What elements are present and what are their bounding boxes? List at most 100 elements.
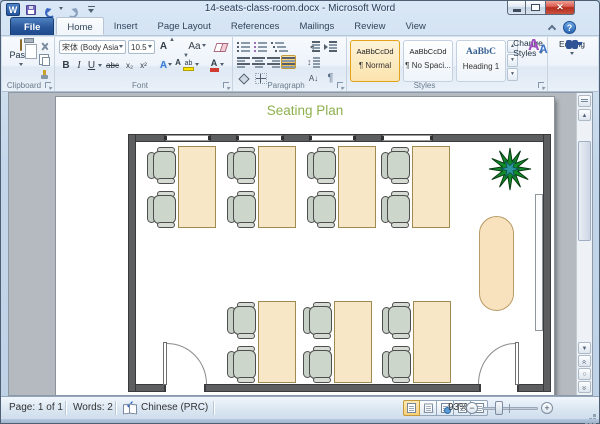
zoom-slider-handle[interactable]	[495, 401, 503, 415]
paste-button[interactable]: Paste	[6, 40, 36, 70]
tab-insert[interactable]: Insert	[104, 17, 148, 35]
font-size-combo[interactable]: 10.5	[128, 40, 155, 54]
font-color-button[interactable]: A	[206, 58, 227, 73]
close-button[interactable]: ✕	[545, 1, 575, 15]
wall-window-segment[interactable]	[381, 135, 433, 141]
bullets-button[interactable]	[236, 39, 251, 53]
vertical-scrollbar[interactable]: ▲ ▼ « ○ »	[576, 93, 592, 395]
wall-window-segment[interactable]	[164, 135, 211, 141]
italic-button[interactable]: I	[74, 58, 84, 73]
scroll-down-button[interactable]: ▼	[578, 342, 591, 354]
plant-shape[interactable]	[488, 147, 532, 191]
tab-references[interactable]: References	[221, 17, 290, 35]
editing-button[interactable]: Editing	[552, 39, 592, 59]
help-button[interactable]: ?	[563, 21, 576, 34]
minimize-ribbon-button[interactable]	[546, 23, 558, 33]
clear-formatting-button[interactable]	[212, 40, 229, 55]
desk-shape[interactable]	[412, 146, 450, 228]
desk-shape[interactable]	[178, 146, 216, 228]
scrollbar-thumb[interactable]	[578, 141, 591, 241]
change-case-button[interactable]: Aa	[187, 39, 207, 54]
zoom-level[interactable]: 93%	[448, 402, 468, 413]
chair-shape[interactable]	[381, 191, 412, 228]
title-bar[interactable]: W 14-seats-class-room.docx - Microsoft W…	[1, 1, 599, 18]
font-name-combo[interactable]: 宋体 (Body Asia	[59, 40, 126, 54]
view-print-layout-button[interactable]	[403, 400, 420, 416]
scroll-up-button[interactable]: ▲	[578, 109, 591, 121]
desk-shape[interactable]	[258, 301, 296, 383]
chair-shape[interactable]	[227, 346, 258, 383]
desk-group[interactable]	[303, 301, 372, 383]
chair-shape[interactable]	[382, 346, 413, 383]
paragraph-dialog-launcher[interactable]	[337, 82, 344, 89]
styles-dialog-launcher[interactable]	[538, 82, 545, 89]
document-title[interactable]: Seating Plan	[56, 103, 554, 118]
chair-shape[interactable]	[303, 302, 334, 339]
style-gallery-more-button[interactable]: ▼	[507, 68, 518, 81]
desk-group[interactable]	[227, 301, 296, 383]
superscript-button[interactable]: x²	[137, 58, 150, 73]
align-center-button[interactable]	[251, 55, 266, 69]
increase-indent-button[interactable]	[323, 39, 338, 53]
word-count[interactable]: Words: 2	[73, 402, 113, 413]
chair-shape[interactable]	[382, 302, 413, 339]
zoom-in-button[interactable]: +	[541, 402, 553, 414]
grow-font-button[interactable]: A▲	[157, 39, 170, 54]
previous-page-button[interactable]: «	[578, 355, 591, 367]
text-effects-button[interactable]: A	[156, 58, 176, 73]
chair-shape[interactable]	[147, 147, 178, 184]
style-chip-no-spaci[interactable]: AaBbCcDd¶ No Spaci...	[403, 40, 453, 82]
numbering-button[interactable]	[253, 39, 268, 53]
tab-view[interactable]: View	[395, 17, 435, 35]
desk-shape[interactable]	[334, 301, 372, 383]
minimize-button[interactable]	[507, 1, 526, 15]
wall-right[interactable]	[543, 134, 551, 392]
chair-shape[interactable]	[307, 147, 338, 184]
clipboard-dialog-launcher[interactable]	[45, 82, 52, 89]
subscript-button[interactable]: x₂	[123, 58, 136, 73]
chair-shape[interactable]	[307, 191, 338, 228]
document-page[interactable]: Seating Plan	[56, 97, 554, 396]
line-spacing-button[interactable]	[306, 55, 321, 69]
tab-review[interactable]: Review	[344, 17, 395, 35]
view-full-screen-reading-button[interactable]	[420, 400, 437, 416]
underline-dropdown-arrow[interactable]	[98, 64, 102, 69]
tab-page-layout[interactable]: Page Layout	[147, 17, 220, 35]
podium-table-shape[interactable]	[479, 216, 514, 311]
tab-mailings[interactable]: Mailings	[289, 17, 344, 35]
justify-button[interactable]	[281, 55, 296, 69]
highlight-button[interactable]: ab	[181, 58, 201, 73]
whiteboard-shape[interactable]	[535, 194, 543, 331]
chair-shape[interactable]	[227, 302, 258, 339]
next-page-button[interactable]: »	[578, 381, 591, 393]
zoom-out-button[interactable]: −	[466, 402, 478, 414]
font-dialog-launcher[interactable]	[223, 82, 230, 89]
copy-button[interactable]	[37, 54, 52, 67]
zoom-slider-track[interactable]	[482, 407, 538, 410]
door-leaf-left[interactable]	[163, 342, 167, 385]
align-right-button[interactable]	[266, 55, 281, 69]
chair-shape[interactable]	[381, 147, 412, 184]
chair-shape[interactable]	[303, 346, 334, 383]
wall-window-segment[interactable]	[236, 135, 284, 141]
desk-group[interactable]	[147, 146, 216, 228]
door-leaf-right[interactable]	[515, 342, 519, 385]
style-chip-heading-1[interactable]: AaBbCHeading 1	[456, 40, 506, 82]
language-indicator[interactable]: Chinese (PRC)	[141, 402, 208, 413]
desk-group[interactable]	[307, 146, 376, 228]
desk-shape[interactable]	[338, 146, 376, 228]
desk-group[interactable]	[381, 146, 450, 228]
desk-group[interactable]	[382, 301, 451, 383]
room[interactable]	[128, 134, 551, 392]
chair-shape[interactable]	[227, 191, 258, 228]
strikethrough-button[interactable]: abc	[104, 58, 121, 73]
desk-group[interactable]	[227, 146, 296, 228]
cut-button[interactable]	[37, 40, 52, 53]
align-left-button[interactable]	[236, 55, 251, 69]
wall-window-segment[interactable]	[309, 135, 356, 141]
tab-home[interactable]: Home	[56, 17, 103, 35]
change-styles-button[interactable]: AA Change Styles	[509, 38, 547, 58]
desk-shape[interactable]	[413, 301, 451, 383]
desk-shape[interactable]	[258, 146, 296, 228]
select-browse-object-button[interactable]: ○	[578, 368, 591, 380]
